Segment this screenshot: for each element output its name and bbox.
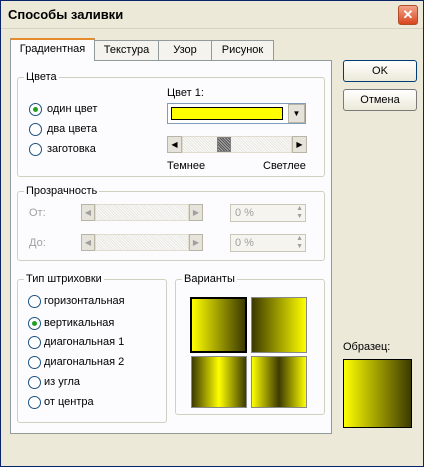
from-value: 0 % [235,207,254,219]
ok-button[interactable]: OK [343,60,417,82]
slider-right-button[interactable]: ▶ [292,136,307,153]
to-slider[interactable] [95,234,189,251]
sample-label: Образец: [343,341,391,353]
radio-diagonal-1[interactable] [28,336,41,349]
radio-from-corner[interactable] [28,376,41,389]
to-spinbox[interactable]: 0 % ▲ ▼ [230,234,306,252]
variant-3-swatch[interactable] [191,356,247,408]
radio-from-center[interactable] [28,396,41,409]
close-icon: ✕ [402,7,414,22]
from-slider-right[interactable]: ▶ [189,204,203,221]
radio-from-center-label: от центра [44,396,94,408]
title-bar: Способы заливки ✕ [1,1,423,29]
chevron-down-icon[interactable]: ▼ [288,104,305,123]
darker-label: Темнее [167,160,206,172]
radio-diagonal-2-label: диагональная 2 [44,356,125,368]
from-slider-left[interactable]: ◀ [81,204,95,221]
to-label: До: [29,237,46,249]
colors-group: Цвета один цвет два цвета заготовка Цвет… [17,71,325,177]
radio-preset-label: заготовка [47,143,96,155]
variant-1-swatch[interactable] [190,297,247,353]
from-spinbox[interactable]: 0 % ▲ ▼ [230,204,306,222]
shading-styles-label: Тип штриховки [24,273,104,285]
shade-slider-thumb[interactable] [217,137,231,152]
transparency-group: Прозрачность От: ◀ ▶ 0 % ▲ ▼ До: ◀ ▶ 0 % … [17,185,325,261]
color1-swatch [171,107,283,120]
radio-horizontal[interactable] [28,295,41,308]
spin-arrows-icon: ▲ ▼ [296,205,303,220]
color1-label: Цвет 1: [167,87,204,99]
slider-left-button[interactable]: ◀ [167,136,182,153]
tab-gradient[interactable]: Градиентная [10,38,95,61]
to-slider-right[interactable]: ▶ [189,234,203,251]
tab-texture[interactable]: Текстура [94,40,159,60]
from-slider[interactable] [95,204,189,221]
radio-two-colors[interactable] [29,123,42,136]
close-button[interactable]: ✕ [398,5,418,25]
to-slider-left[interactable]: ◀ [81,234,95,251]
shade-slider[interactable] [182,136,292,153]
tab-picture[interactable]: Рисунок [211,40,274,60]
to-value: 0 % [235,237,254,249]
variant-2-swatch[interactable] [251,297,307,353]
radio-vertical-label: вертикальная [44,317,115,329]
tab-pattern[interactable]: Узор [158,40,212,60]
radio-horizontal-label: горизонтальная [44,295,125,307]
spin-arrows-icon: ▲ ▼ [296,235,303,250]
radio-one-color-label: один цвет [47,103,98,115]
colors-group-label: Цвета [24,71,59,83]
radio-one-color[interactable] [29,103,42,116]
window-title: Способы заливки [8,7,124,22]
tab-panel: Цвета один цвет два цвета заготовка Цвет… [10,60,332,434]
radio-vertical[interactable] [28,317,41,330]
radio-preset[interactable] [29,143,42,156]
from-label: От: [29,207,46,219]
variants-label: Варианты [182,273,237,285]
shading-styles-group: Тип штриховки горизонтальная вертикальна… [17,273,167,423]
color1-dropdown[interactable]: ▼ [167,103,306,124]
radio-from-corner-label: из угла [44,376,81,388]
arrow-left-icon: ◀ [171,140,178,149]
radio-two-colors-label: два цвета [47,123,98,135]
radio-diagonal-1-label: диагональная 1 [44,336,125,348]
variant-4-swatch[interactable] [251,356,307,408]
radio-diagonal-2[interactable] [28,356,41,369]
variants-group: Варианты [175,273,325,415]
sample-preview [343,359,412,428]
lighter-label: Светлее [263,160,306,172]
cancel-button[interactable]: Отмена [343,89,417,111]
arrow-right-icon: ▶ [296,140,303,149]
transparency-group-label: Прозрачность [24,185,100,197]
fill-effects-dialog: Способы заливки ✕ Градиентная Текстура У… [0,0,424,467]
